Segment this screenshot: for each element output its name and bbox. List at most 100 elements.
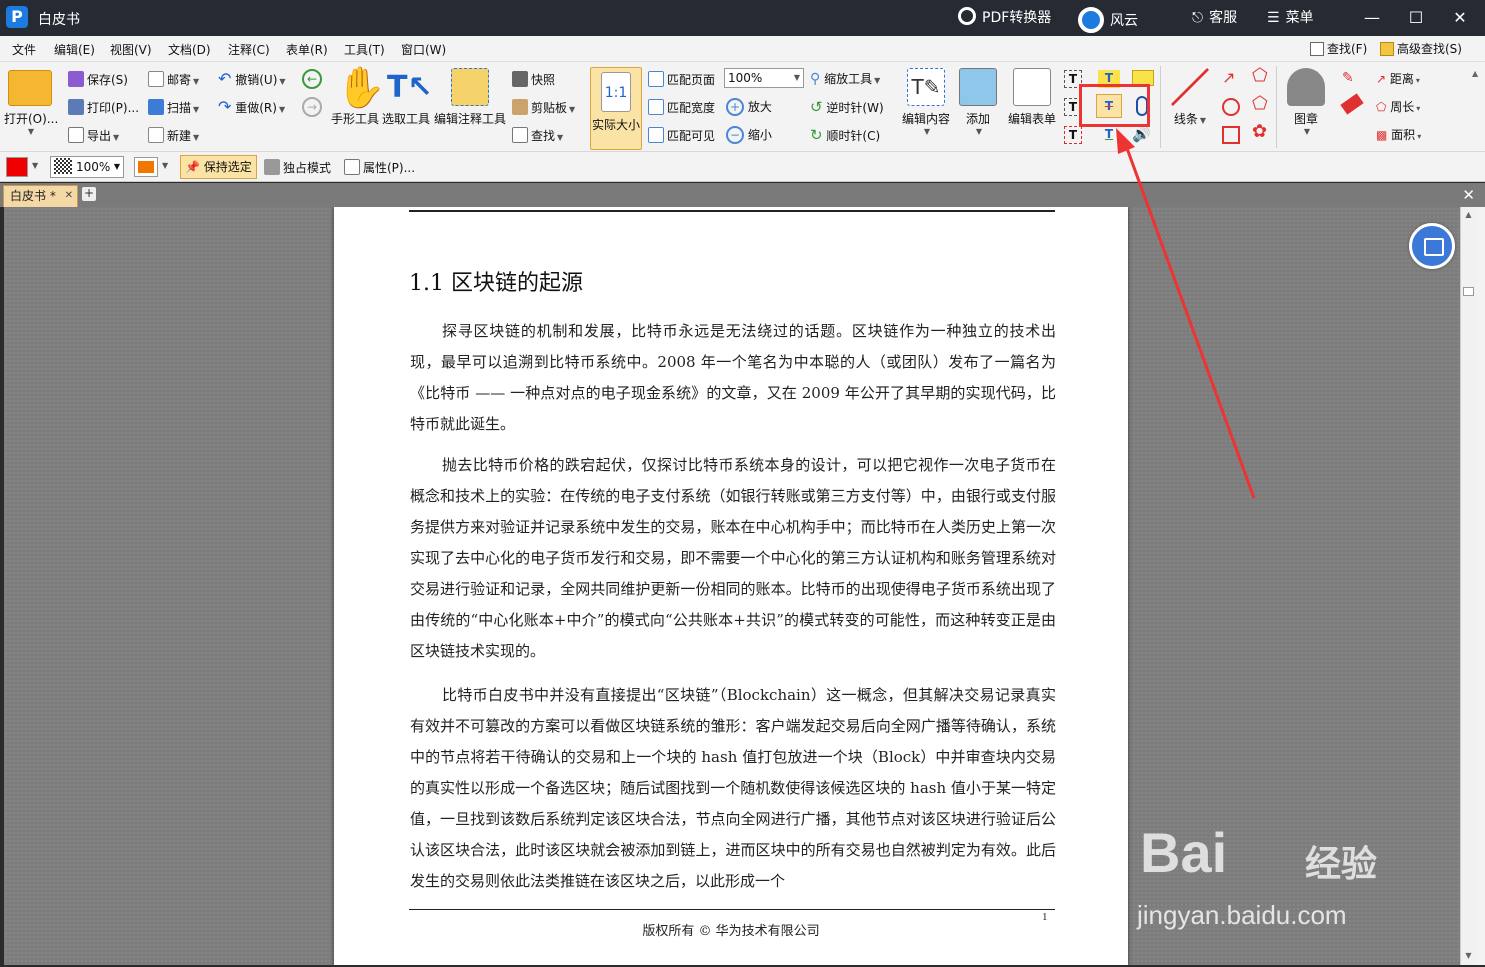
fit-visible-button[interactable]: 匹配可见 [648, 127, 715, 144]
ellipse-shape-icon[interactable] [1222, 98, 1240, 116]
actual-size-button[interactable]: 1:1 实际大小 [590, 67, 642, 150]
menu-view[interactable]: 视图(V) [110, 41, 152, 58]
edit-form-button[interactable]: 编辑表单 [1004, 68, 1060, 127]
underline-icon[interactable]: T [1098, 126, 1120, 144]
converter-icon [958, 7, 976, 25]
advanced-find-button[interactable]: 高级查找(S) [1380, 40, 1462, 57]
properties-button[interactable]: 属性(P)... [344, 159, 415, 176]
floating-action-icon[interactable] [1409, 223, 1455, 269]
back-arrow-icon[interactable]: ← [302, 69, 322, 89]
zoom-out-button[interactable]: − 缩小 [726, 126, 772, 144]
clipboard-icon [512, 99, 528, 115]
tab-close-icon[interactable]: ✕ [65, 186, 73, 206]
main-menu-button[interactable]: ☰ 菜单 [1267, 7, 1314, 29]
paragraph: 探寻区块链的机制和发展，比特币永远是无法绕过的话题。区块链作为一种独立的技术出现… [410, 322, 1056, 433]
clipboard-button[interactable]: 剪贴板 ▼ [512, 99, 575, 118]
zoom-tool-button[interactable]: ⚲ 缩放工具 ▼ [810, 71, 880, 89]
fill-color-swatch[interactable] [6, 157, 28, 177]
print-button[interactable]: 打印(P)... [68, 99, 139, 116]
fit-visible-icon [648, 127, 664, 143]
scroll-down-icon[interactable]: ▼ [1463, 951, 1474, 962]
search-icon [512, 127, 528, 143]
fit-width-button[interactable]: 匹配宽度 [648, 99, 715, 116]
mail-button[interactable]: 邮寄 ▼ [148, 71, 199, 90]
pdf-page: 1.1 区块链的起源 探寻区块链的机制和发展，比特币永远是无法绕过的话题。区块链… [334, 207, 1128, 965]
rectangle-shape-icon[interactable] [1222, 126, 1240, 144]
fit-page-button[interactable]: 匹配页面 [648, 71, 715, 88]
exclusive-mode-button[interactable]: 独占模式 [264, 159, 331, 176]
distance-button[interactable]: ↗ 距离 ▾ [1376, 71, 1420, 89]
lines-button[interactable]: 线条 ▼ [1166, 68, 1214, 127]
edit-annotation-button[interactable]: 编辑注释工具 [432, 68, 508, 127]
stamp-icon [1287, 68, 1325, 106]
scanner-icon [148, 99, 164, 115]
perimeter-button[interactable]: ⬠ 周长 ▾ [1376, 99, 1420, 117]
rotate-ccw-button[interactable]: ↺ 逆时针(W) [810, 99, 884, 116]
callout-icon[interactable]: T [1064, 126, 1082, 144]
menu-document[interactable]: 文档(D) [168, 41, 211, 58]
highlight-box [1079, 84, 1150, 127]
open-button[interactable]: 打开(O)... ▼ [4, 70, 58, 136]
rotate-cw-button[interactable]: ↻ 顺时针(C) [810, 127, 880, 144]
stroke-color-swatch[interactable] [134, 157, 158, 177]
close-button[interactable]: ✕ [1448, 6, 1472, 30]
chevron-down-icon[interactable]: ▼ [32, 158, 38, 174]
user-account-button[interactable]: 风云 [1078, 7, 1138, 33]
customer-service-button[interactable]: ⎋ 客服 [1192, 7, 1237, 29]
scroll-up-icon[interactable]: ▲ [1463, 210, 1474, 221]
footer-rule [409, 909, 1055, 910]
menu-tools[interactable]: 工具(T) [344, 41, 385, 58]
menu-file[interactable]: 文件 [12, 41, 36, 58]
snapshot-button[interactable]: 快照 [512, 71, 555, 88]
menu-icon: ☰ [1267, 10, 1280, 26]
sound-icon[interactable]: 🔊 [1132, 126, 1151, 142]
hand-tool-button[interactable]: ✋ 手形工具 [330, 68, 386, 127]
menu-form[interactable]: 表单(R) [286, 41, 328, 58]
ribbon-toolbar: 打开(O)... ▼ 保存(S) 打印(P)... 导出 ▼ 邮寄 ▼ 扫描 ▼ 新建 ▼… [0, 62, 1485, 152]
document-tab[interactable]: 白皮书 * ✕ [3, 185, 78, 207]
pencil-icon[interactable]: ✎ [1342, 70, 1354, 86]
properties-toolbar: ▼ 100% ▼ ▼ 📌 保持选定 独占模式 属性(P)... [0, 152, 1485, 182]
ribbon-collapse-icon[interactable]: ▲ [1472, 66, 1478, 82]
add-button[interactable]: 添加 ▼ [954, 68, 1002, 136]
paragraph: 抛去比特币价格的跌宕起伏，仅探讨比特币系统本身的设计，可以把它视作一次电子货币在… [410, 456, 1056, 660]
save-button[interactable]: 保存(S) [68, 71, 128, 88]
forward-arrow-icon[interactable]: → [302, 97, 322, 117]
arrow-shape-icon[interactable]: ↗ [1222, 70, 1235, 86]
document-tab-bar: 白皮书 * ✕ + ✕ [0, 183, 1485, 207]
area-icon: ▩ [1376, 128, 1388, 142]
menu-edit[interactable]: 编辑(E) [54, 41, 95, 58]
polygon-icon[interactable]: ⬠ [1252, 67, 1268, 85]
menu-comment[interactable]: 注释(C) [228, 41, 270, 58]
vertical-scrollbar[interactable]: ▲ ▼ [1460, 207, 1476, 965]
pdf-converter-button[interactable]: PDF转换器 [958, 7, 1051, 29]
zoom-select[interactable]: 100% ▼ [724, 68, 804, 88]
find-button[interactable]: 查找(F) [1310, 40, 1367, 57]
undo-button[interactable]: ↶ 撤销(U) ▼ [218, 71, 286, 90]
keep-selected-button[interactable]: 📌 保持选定 [180, 155, 257, 179]
perimeter-icon: ⬠ [1376, 100, 1387, 114]
opacity-select[interactable]: 100% ▼ [50, 156, 124, 178]
stamp-button[interactable]: 图章 ▼ [1280, 68, 1332, 136]
export-button[interactable]: 导出 ▼ [68, 127, 119, 146]
select-text-button[interactable]: T↖ 选取工具 [380, 68, 433, 127]
annotation-icon [451, 68, 489, 106]
edit-content-button[interactable]: T✎ 编辑内容 ▼ [898, 68, 954, 136]
pentagon-icon[interactable]: ⬠ [1252, 95, 1268, 113]
area-button[interactable]: ▩ 面积 ▾ [1376, 127, 1421, 145]
close-document-icon[interactable]: ✕ [1462, 186, 1475, 204]
scroll-thumb[interactable] [1463, 287, 1474, 296]
cloud-icon[interactable]: ✿ [1252, 123, 1267, 141]
rotate-ccw-icon: ↺ [810, 98, 823, 116]
menu-window[interactable]: 窗口(W) [401, 41, 446, 58]
maximize-button[interactable]: ☐ [1404, 6, 1428, 30]
minimize-button[interactable]: — [1360, 6, 1384, 30]
find-tool-button[interactable]: 查找 ▼ [512, 127, 563, 146]
zoom-in-button[interactable]: + 放大 [726, 98, 772, 116]
scan-button[interactable]: 扫描 ▼ [148, 99, 199, 118]
chevron-down-icon[interactable]: ▼ [162, 158, 168, 174]
redo-button[interactable]: ↷ 重做(R) ▼ [218, 99, 285, 118]
eraser-icon[interactable] [1340, 93, 1364, 115]
new-button[interactable]: 新建 ▼ [148, 127, 199, 146]
new-tab-button[interactable]: + [82, 187, 96, 201]
